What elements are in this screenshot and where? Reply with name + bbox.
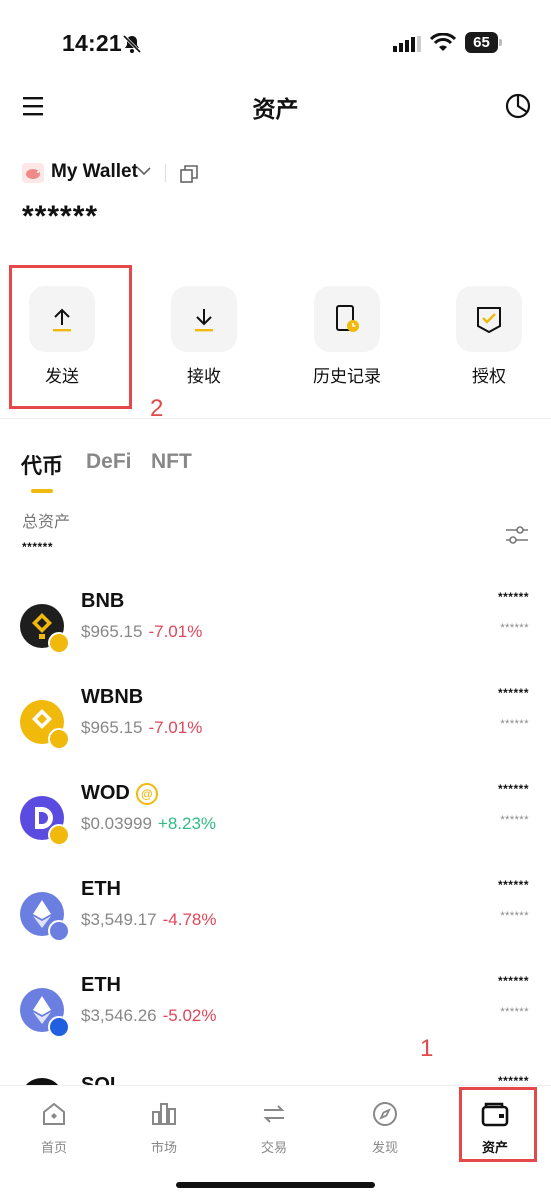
bsc-chain-badge-icon: [48, 632, 70, 654]
nav-market[interactable]: 市场: [124, 1100, 204, 1156]
cellular-signal-icon: [393, 36, 421, 52]
tab-nft[interactable]: NFT: [151, 450, 192, 474]
authorize-button[interactable]: 授权: [429, 286, 549, 387]
token-balance: ******: [497, 686, 529, 700]
receive-icon-box: [171, 286, 237, 352]
token-name: BNB: [81, 590, 125, 612]
token-price: $3,549.17: [81, 910, 157, 929]
tab-defi[interactable]: DeFi: [86, 450, 132, 474]
compass-icon: [373, 1102, 397, 1126]
authorize-icon-box: [456, 286, 522, 352]
token-name: ETH: [81, 974, 121, 996]
annotation-box-assets: [459, 1087, 537, 1162]
arrow-down-icon: [195, 309, 213, 332]
copy-icon[interactable]: [179, 164, 199, 184]
token-price: $0.03999: [81, 814, 152, 833]
section-divider: [0, 418, 551, 419]
token-price-line: $965.15 -7.01%: [81, 622, 202, 642]
token-value: ******: [500, 622, 529, 634]
tab-tokens[interactable]: 代币: [21, 450, 63, 480]
nav-market-label: 市场: [150, 1140, 177, 1155]
piggy-icon: [26, 169, 40, 179]
nav-discover[interactable]: 发现: [345, 1100, 425, 1156]
wifi-icon: [430, 33, 456, 51]
annotation-box-send: [9, 265, 132, 409]
token-change: -7.01%: [148, 718, 203, 737]
battery-level: 65: [465, 32, 498, 53]
total-assets-value: ******: [22, 540, 54, 554]
battery-icon: 65: [465, 32, 503, 54]
token-change: +8.23%: [157, 814, 217, 833]
token-value: ******: [500, 1006, 529, 1018]
tab-underline: [31, 489, 53, 493]
receive-label: 接收: [187, 367, 221, 386]
nav-home-label: 首页: [40, 1140, 67, 1155]
filter-icon[interactable]: [505, 524, 529, 546]
authorize-icon: [477, 307, 501, 334]
eth-chain-badge-icon: [48, 920, 70, 942]
token-name: WBNB: [81, 686, 144, 708]
annotation-marker-1: 1: [420, 1035, 434, 1062]
token-name: WOD: [81, 782, 130, 804]
total-assets-label: 总资产: [22, 514, 71, 531]
token-price: $965.15: [81, 622, 143, 641]
pie-chart-icon[interactable]: [505, 93, 531, 119]
token-value: ******: [500, 910, 529, 922]
chevron-down-icon[interactable]: [137, 166, 151, 176]
history-button[interactable]: 历史记录: [287, 286, 407, 387]
receive-button[interactable]: 接收: [144, 286, 264, 387]
nav-trade[interactable]: 交易: [234, 1100, 314, 1156]
divider: [165, 164, 166, 182]
token-price-line: $965.15 -7.01%: [81, 718, 202, 738]
wallet-avatar[interactable]: [22, 163, 44, 183]
token-change: -7.01%: [148, 622, 203, 641]
authorize-label: 授权: [472, 367, 506, 386]
token-name-wrap: WOD @: [81, 782, 158, 805]
bsc-chain-badge-icon: [48, 728, 70, 750]
page-title: 资产: [252, 96, 299, 122]
bar-chart-icon: [152, 1103, 176, 1125]
bell-muted-icon: [122, 34, 142, 54]
bsc-chain-badge-icon: [48, 824, 70, 846]
token-row-eth[interactable]: ETH $3,549.17 -4.78% ****** ******: [0, 878, 551, 974]
mention-badge: @: [135, 782, 158, 805]
token-value: ******: [500, 814, 529, 826]
token-row-wod[interactable]: WOD @ $0.03999 +8.23% ****** ******: [0, 782, 551, 878]
token-price: $965.15: [81, 718, 143, 737]
history-label: 历史记录: [313, 367, 381, 386]
token-row-eth-2[interactable]: ETH $3,546.26 -5.02% ****** ******: [0, 974, 551, 1070]
nav-trade-label: 交易: [260, 1140, 287, 1155]
history-icon: [336, 305, 359, 332]
token-balance: ******: [497, 974, 529, 988]
token-price-line: $3,546.26 -5.02%: [81, 1006, 217, 1026]
history-icon-box: [314, 286, 380, 352]
token-value: ******: [500, 718, 529, 730]
token-balance: ******: [497, 878, 529, 892]
wallet-balance: ******: [22, 200, 99, 233]
nav-discover-label: 发现: [371, 1140, 398, 1155]
token-row-bnb[interactable]: BNB $965.15 -7.01% ****** ******: [0, 590, 551, 686]
home-indicator: [176, 1182, 375, 1188]
token-name: ETH: [81, 878, 121, 900]
token-balance: ******: [497, 782, 529, 796]
token-row-wbnb[interactable]: WBNB $965.15 -7.01% ****** ******: [0, 686, 551, 782]
token-balance: ******: [497, 590, 529, 604]
base-chain-badge-icon: [48, 1016, 70, 1038]
token-change: -4.78%: [162, 910, 217, 929]
home-icon: [43, 1102, 65, 1125]
token-change: -5.02%: [162, 1006, 217, 1025]
wallet-name[interactable]: My Wallet: [51, 161, 138, 183]
token-price: $3,546.26: [81, 1006, 157, 1025]
token-price-line: $0.03999 +8.23%: [81, 814, 216, 834]
token-price-line: $3,549.17 -4.78%: [81, 910, 217, 930]
nav-home[interactable]: 首页: [14, 1100, 94, 1156]
status-time: 14:21: [62, 30, 122, 56]
swap-icon: [263, 1105, 285, 1123]
